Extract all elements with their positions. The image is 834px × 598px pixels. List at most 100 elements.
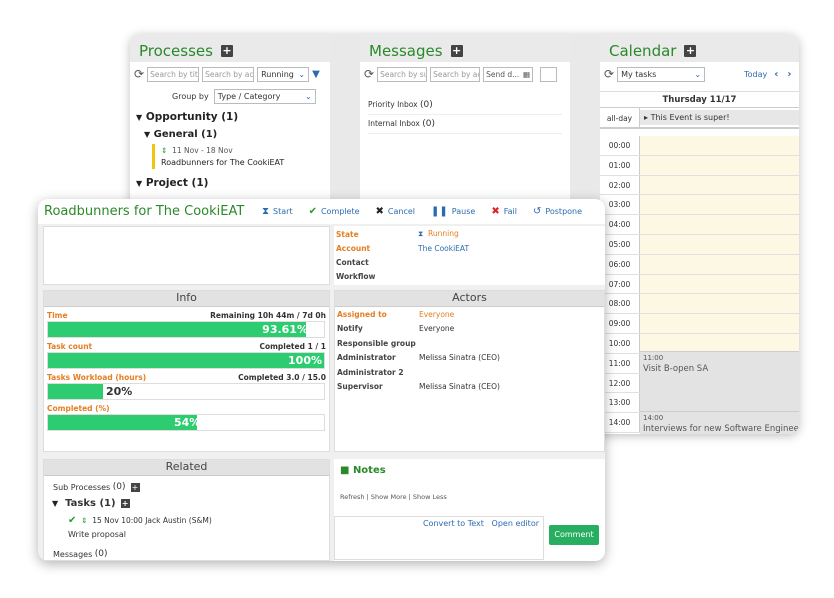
hour-cell[interactable] <box>640 136 799 155</box>
tasks-row[interactable]: ▼ Tasks (1) + <box>44 492 329 509</box>
hour-cell[interactable] <box>640 294 799 314</box>
check-icon[interactable]: ✔ <box>68 515 76 526</box>
postpone-button[interactable]: ↺ Postpone <box>533 206 582 217</box>
completed-label: Completed (%) <box>47 404 110 413</box>
process-title-search-input[interactable]: Search by titl <box>147 66 200 82</box>
cancel-label: Cancel <box>387 207 416 216</box>
assigned-value: Everyone <box>419 309 455 319</box>
send-date-input[interactable]: Send d... ▦ <box>483 66 534 82</box>
task-name[interactable]: Write proposal <box>44 526 329 539</box>
hour-row: 09:00 <box>600 314 799 334</box>
account-row: Account The CookiEAT <box>334 241 605 255</box>
start-button[interactable]: ⧗ Start <box>262 206 293 217</box>
allday-event[interactable]: ▸ This Event is super! <box>640 110 799 125</box>
hour-cell[interactable] <box>640 215 799 234</box>
show-less-link[interactable]: Show Less <box>413 493 447 501</box>
complete-button[interactable]: ✔ Complete <box>309 206 360 217</box>
check-icon: ✔ <box>308 206 317 217</box>
workload-progress-bar: 20% <box>47 383 325 400</box>
account-link[interactable]: The CookiEAT <box>418 244 469 253</box>
group-by-select[interactable]: Type / Category ⌄ <box>213 89 316 104</box>
calendar-title: Calendar <box>609 41 677 60</box>
notes-header: ■ Notes <box>334 459 605 482</box>
chevron-down-icon: ⌄ <box>694 69 702 79</box>
process-list-item[interactable]: ⇕ 11 Nov - 18 Nov Roadbunners for The Co… <box>152 144 324 169</box>
hour-cell[interactable] <box>640 155 799 175</box>
caret-down-icon: ▼ <box>136 113 143 122</box>
refresh-icon[interactable]: ⟳ <box>134 67 144 81</box>
processes-header: Processes + <box>130 34 330 62</box>
refresh-link[interactable]: Refresh <box>340 493 365 501</box>
send-date-value: Send d... <box>486 69 520 79</box>
chevron-left-icon[interactable]: ‹ <box>774 69 778 80</box>
tree-group-opportunity[interactable]: ▼ Opportunity (1) <box>136 111 324 123</box>
calendar-view-select[interactable]: My tasks ⌄ <box>617 66 706 82</box>
cancel-button[interactable]: ✖ Cancel <box>376 206 416 217</box>
hour-label: 09:00 <box>600 314 640 333</box>
refresh-icon[interactable]: ⟳ <box>604 67 614 81</box>
hourglass-icon: ⧗ <box>262 206 270 217</box>
sub-processes-count: (0) <box>112 482 126 492</box>
pause-button[interactable]: ❚❚ Pause <box>431 206 475 217</box>
process-status-select[interactable]: Running ⌄ <box>257 66 310 82</box>
hour-cell[interactable] <box>640 234 799 254</box>
internal-inbox-item[interactable]: Internal Inbox (0) <box>368 115 562 134</box>
message-extra-input[interactable] <box>540 66 558 82</box>
add-task-button[interactable]: + <box>120 499 130 508</box>
open-editor-link[interactable]: Open editor <box>492 519 539 528</box>
hour-cell[interactable] <box>640 175 799 195</box>
hour-cell[interactable] <box>640 195 799 215</box>
chevron-down-icon: ⌄ <box>305 92 312 101</box>
add-process-button[interactable]: + <box>220 44 233 57</box>
process-detail-window: Roadbunners for The CookiEAT ⧗ Start ✔ Com… <box>38 199 605 561</box>
close-icon: ✖ <box>375 206 384 217</box>
today-button[interactable]: Today <box>744 70 767 79</box>
process-dates: ⇕ 11 Nov - 18 Nov <box>161 146 324 155</box>
convert-to-text-link[interactable]: Convert to Text <box>423 519 484 528</box>
responsible-row: Responsible group <box>335 336 604 351</box>
tree-group-general[interactable]: ▼ General (1) <box>144 129 324 140</box>
hour-row: 05:00 <box>600 234 799 255</box>
square-icon: ■ <box>340 465 350 476</box>
calendar-event[interactable]: 11:00 Visit B-open SA <box>640 351 799 411</box>
process-account-search-input[interactable]: Search by acc <box>202 66 255 82</box>
messages-filters: ⟳ Search by su Search by ac Send d... ▦ <box>360 62 570 86</box>
notes-editor[interactable]: Convert to Text Open editor <box>334 516 544 560</box>
hour-cell[interactable] <box>640 314 799 333</box>
hour-label: 11:00 <box>600 353 640 373</box>
notify-key: Notify <box>337 324 363 334</box>
chevron-right-icon[interactable]: › <box>787 69 791 80</box>
tree-group-project[interactable]: ▼ Project (1) <box>136 177 324 189</box>
actors-panel: Actors Assigned to Everyone Notify Everyon… <box>334 290 605 452</box>
calendar-view-value: My tasks <box>621 69 657 79</box>
supervisor-key: Supervisor <box>337 382 383 392</box>
hour-cell[interactable] <box>640 254 799 274</box>
time-remaining: Remaining 10h 44m / 7d 0h <box>210 311 326 320</box>
comment-button[interactable]: Comment <box>549 525 599 545</box>
priority-inbox-item[interactable]: Priority Inbox (0) <box>368 96 562 115</box>
hour-cell[interactable] <box>640 274 799 294</box>
hour-row: 01:00 <box>600 155 799 176</box>
calendar-event[interactable]: 14:00 Interviews for new Software Engine… <box>640 411 799 434</box>
notes-panel: ■ Notes Refresh | Show More | Show Less … <box>334 459 605 561</box>
hour-row: 04:00 <box>600 215 799 235</box>
show-more-link[interactable]: Show More <box>371 493 407 501</box>
admin-key: Administrator <box>337 353 396 363</box>
state-row: State ⧗ Running <box>334 227 605 241</box>
messages-header: Messages + <box>360 34 570 62</box>
process-tree: ▼ Opportunity (1) ▼ General (1) ⇕ 11 Nov… <box>130 111 330 189</box>
hour-label: 07:00 <box>600 274 640 294</box>
detail-header: Roadbunners for The CookiEAT ⧗ Start ✔ Com… <box>38 199 605 224</box>
hour-cell[interactable] <box>640 333 799 353</box>
filter-icon[interactable]: ▼ <box>312 69 320 80</box>
add-event-button[interactable]: + <box>684 44 697 57</box>
add-message-button[interactable]: + <box>450 44 463 57</box>
message-subject-search-input[interactable]: Search by su <box>377 66 428 82</box>
process-date-range: 11 Nov - 18 Nov <box>172 146 233 155</box>
fail-button[interactable]: ✖ Fail <box>491 206 517 217</box>
group-by-label: Group by <box>172 92 209 101</box>
progress-percent: 100% <box>288 354 322 367</box>
refresh-icon[interactable]: ⟳ <box>364 67 374 81</box>
add-subprocess-button[interactable]: + <box>130 482 140 492</box>
message-account-search-input[interactable]: Search by ac <box>430 66 481 82</box>
